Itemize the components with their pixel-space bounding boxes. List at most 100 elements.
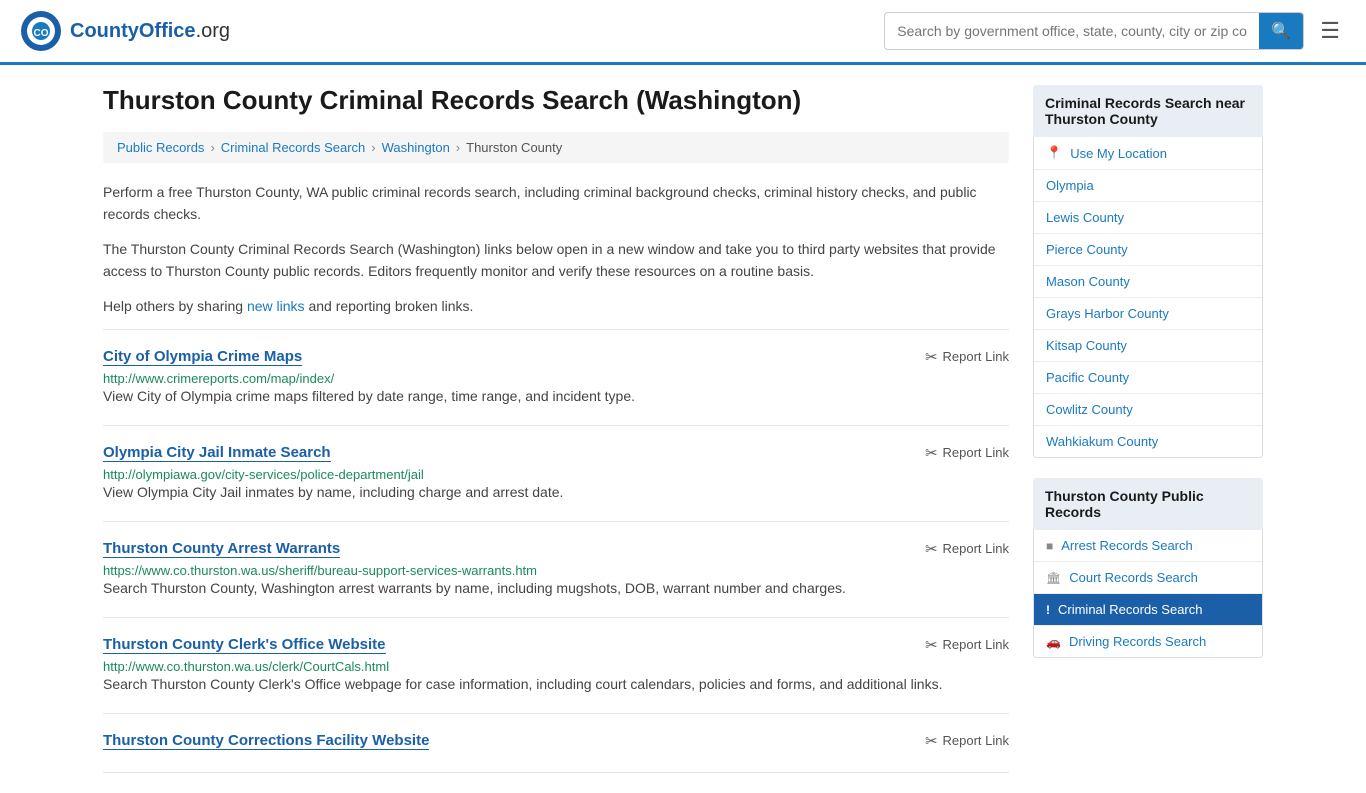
content-area: Thurston County Criminal Records Search …	[103, 85, 1009, 773]
sidebar-lewis-county[interactable]: Lewis County	[1034, 202, 1262, 234]
cowlitz-county-link[interactable]: Cowlitz County	[1046, 402, 1133, 417]
report-label-3: Report Link	[943, 637, 1009, 652]
scissors-icon-2: ✂	[925, 540, 938, 558]
arrest-icon: ■	[1046, 539, 1053, 553]
sidebar-kitsap-county[interactable]: Kitsap County	[1034, 330, 1262, 362]
sidebar-nearby-list: 📍 Use My Location Olympia Lewis County P…	[1033, 137, 1263, 458]
report-link-4[interactable]: ✂ Report Link	[925, 732, 1009, 750]
result-title-4[interactable]: Thurston County Corrections Facility Web…	[103, 732, 429, 750]
new-links-link[interactable]: new links	[247, 298, 305, 314]
logo[interactable]: CO CountyOffice.org	[20, 10, 230, 52]
report-label-4: Report Link	[943, 733, 1009, 748]
result-url-0[interactable]: http://www.crimereports.com/map/index/	[103, 371, 334, 386]
sidebar: Criminal Records Search near Thurston Co…	[1033, 85, 1263, 773]
search-input[interactable]	[885, 15, 1259, 47]
result-header-3: Thurston County Clerk's Office Website ✂…	[103, 636, 1009, 654]
result-header-1: Olympia City Jail Inmate Search ✂ Report…	[103, 444, 1009, 462]
result-title-1[interactable]: Olympia City Jail Inmate Search	[103, 444, 331, 462]
sidebar-driving-records[interactable]: 🚗 Driving Records Search	[1034, 626, 1262, 657]
search-button[interactable]: 🔍	[1259, 13, 1303, 49]
breadcrumb: Public Records › Criminal Records Search…	[103, 132, 1009, 163]
wahkiakum-county-link[interactable]: Wahkiakum County	[1046, 434, 1158, 449]
result-title-2[interactable]: Thurston County Arrest Warrants	[103, 540, 340, 558]
sidebar-grays-harbor[interactable]: Grays Harbor County	[1034, 298, 1262, 330]
result-url-1[interactable]: http://olympiawa.gov/city-services/polic…	[103, 467, 424, 482]
breadcrumb-washington[interactable]: Washington	[382, 140, 450, 155]
sidebar-nearby-header: Criminal Records Search near Thurston Co…	[1033, 85, 1263, 137]
breadcrumb-sep-2: ›	[371, 140, 375, 155]
olympia-link[interactable]: Olympia	[1046, 178, 1094, 193]
intro3-suffix: and reporting broken links.	[305, 298, 474, 314]
result-header-0: City of Olympia Crime Maps ✂ Report Link	[103, 348, 1009, 366]
report-label-0: Report Link	[943, 349, 1009, 364]
sidebar-olympia[interactable]: Olympia	[1034, 170, 1262, 202]
sidebar-public-records-header: Thurston County Public Records	[1033, 478, 1263, 530]
report-link-1[interactable]: ✂ Report Link	[925, 444, 1009, 462]
svg-text:CO: CO	[34, 28, 49, 39]
use-location-link[interactable]: Use My Location	[1070, 146, 1167, 161]
grays-harbor-link[interactable]: Grays Harbor County	[1046, 306, 1169, 321]
criminal-icon: !	[1046, 603, 1050, 617]
scissors-icon-1: ✂	[925, 444, 938, 462]
scissors-icon-0: ✂	[925, 348, 938, 366]
result-item-0: City of Olympia Crime Maps ✂ Report Link…	[103, 329, 1009, 425]
intro-paragraph-1: Perform a free Thurston County, WA publi…	[103, 181, 1009, 226]
result-item-4: Thurston County Corrections Facility Web…	[103, 713, 1009, 773]
result-desc-1: View Olympia City Jail inmates by name, …	[103, 482, 1009, 503]
pacific-county-link[interactable]: Pacific County	[1046, 370, 1129, 385]
breadcrumb-sep-1: ›	[210, 140, 214, 155]
result-item-1: Olympia City Jail Inmate Search ✂ Report…	[103, 425, 1009, 521]
header-right: 🔍 ☰	[884, 12, 1346, 50]
result-url-2[interactable]: https://www.co.thurston.wa.us/sheriff/bu…	[103, 563, 537, 578]
report-link-2[interactable]: ✂ Report Link	[925, 540, 1009, 558]
pierce-county-link[interactable]: Pierce County	[1046, 242, 1128, 257]
sidebar-pacific-county[interactable]: Pacific County	[1034, 362, 1262, 394]
sidebar-public-records: Thurston County Public Records ■ Arrest …	[1033, 478, 1263, 658]
sidebar-use-location[interactable]: 📍 Use My Location	[1034, 137, 1262, 170]
intro3-prefix: Help others by sharing	[103, 298, 247, 314]
result-title-0[interactable]: City of Olympia Crime Maps	[103, 348, 302, 366]
sidebar-public-records-list: ■ Arrest Records Search 🏛 Court Records …	[1033, 530, 1263, 658]
report-label-1: Report Link	[943, 445, 1009, 460]
search-bar: 🔍	[884, 12, 1304, 50]
menu-icon[interactable]: ☰	[1314, 12, 1346, 50]
sidebar-arrest-records[interactable]: ■ Arrest Records Search	[1034, 530, 1262, 562]
breadcrumb-sep-3: ›	[456, 140, 460, 155]
sidebar-criminal-records[interactable]: ! Criminal Records Search	[1034, 594, 1262, 626]
intro-paragraph-2: The Thurston County Criminal Records Sea…	[103, 238, 1009, 283]
logo-text: CountyOffice.org	[70, 20, 230, 43]
kitsap-county-link[interactable]: Kitsap County	[1046, 338, 1127, 353]
header: CO CountyOffice.org 🔍 ☰	[0, 0, 1366, 65]
breadcrumb-criminal-records[interactable]: Criminal Records Search	[221, 140, 366, 155]
result-title-3[interactable]: Thurston County Clerk's Office Website	[103, 636, 386, 654]
result-item-2: Thurston County Arrest Warrants ✂ Report…	[103, 521, 1009, 617]
sidebar-pierce-county[interactable]: Pierce County	[1034, 234, 1262, 266]
breadcrumb-public-records[interactable]: Public Records	[117, 140, 204, 155]
result-url-3[interactable]: http://www.co.thurston.wa.us/clerk/Court…	[103, 659, 389, 674]
report-label-2: Report Link	[943, 541, 1009, 556]
sidebar-cowlitz-county[interactable]: Cowlitz County	[1034, 394, 1262, 426]
result-desc-0: View City of Olympia crime maps filtered…	[103, 386, 1009, 407]
mason-county-link[interactable]: Mason County	[1046, 274, 1130, 289]
sidebar-mason-county[interactable]: Mason County	[1034, 266, 1262, 298]
result-desc-2: Search Thurston County, Washington arres…	[103, 578, 1009, 599]
lewis-county-link[interactable]: Lewis County	[1046, 210, 1124, 225]
arrest-records-link[interactable]: Arrest Records Search	[1061, 538, 1193, 553]
pin-icon: 📍	[1046, 145, 1062, 161]
sidebar-court-records[interactable]: 🏛 Court Records Search	[1034, 562, 1262, 594]
report-link-3[interactable]: ✂ Report Link	[925, 636, 1009, 654]
report-link-0[interactable]: ✂ Report Link	[925, 348, 1009, 366]
intro-paragraph-3: Help others by sharing new links and rep…	[103, 295, 1009, 317]
logo-icon: CO	[20, 10, 62, 52]
sidebar-wahkiakum-county[interactable]: Wahkiakum County	[1034, 426, 1262, 457]
criminal-records-link[interactable]: Criminal Records Search	[1058, 602, 1203, 617]
breadcrumb-thurston: Thurston County	[466, 140, 562, 155]
court-icon: 🏛	[1046, 571, 1061, 585]
driving-records-link[interactable]: Driving Records Search	[1069, 634, 1206, 649]
court-records-link[interactable]: Court Records Search	[1069, 570, 1198, 585]
scissors-icon-4: ✂	[925, 732, 938, 750]
results-list: City of Olympia Crime Maps ✂ Report Link…	[103, 329, 1009, 773]
page-title: Thurston County Criminal Records Search …	[103, 85, 1009, 116]
scissors-icon-3: ✂	[925, 636, 938, 654]
main-container: Thurston County Criminal Records Search …	[83, 65, 1283, 793]
